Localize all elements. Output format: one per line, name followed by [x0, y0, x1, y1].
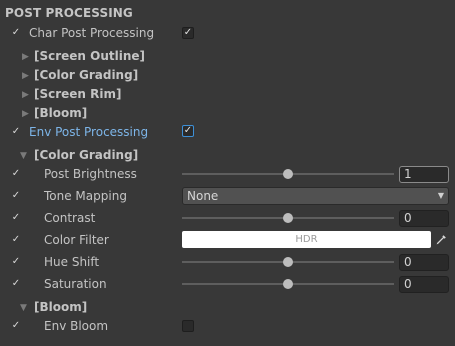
env-pp-label: Env Post Processing: [29, 125, 149, 139]
fold-arrow-icon[interactable]: ▶: [22, 71, 29, 81]
saturation-label: Saturation: [44, 277, 107, 291]
fold-open-arrow-icon[interactable]: ▼: [20, 303, 27, 313]
contrast-input[interactable]: 0: [399, 210, 449, 227]
post-brightness-input[interactable]: 1: [399, 166, 449, 183]
foldout-color-grading-char[interactable]: [Color Grading]: [34, 68, 138, 82]
post-brightness-slider-handle[interactable]: [283, 169, 293, 179]
saturation-input[interactable]: 0: [399, 276, 449, 293]
saturation-slider-handle[interactable]: [283, 279, 293, 289]
tone-mapping-override-checkbox[interactable]: ✓: [11, 191, 21, 201]
hue-shift-override-checkbox[interactable]: ✓: [11, 257, 21, 267]
eyedropper-icon[interactable]: [433, 231, 449, 248]
fold-arrow-icon[interactable]: ▶: [22, 90, 29, 100]
foldout-color-grading-env[interactable]: [Color Grading]: [34, 148, 138, 162]
foldout-bloom-char[interactable]: [Bloom]: [34, 106, 87, 120]
env-pp-override-checkbox[interactable]: ✓: [11, 127, 21, 137]
contrast-override-checkbox[interactable]: ✓: [11, 213, 21, 223]
foldout-bloom-env[interactable]: [Bloom]: [34, 300, 87, 314]
fold-arrow-icon[interactable]: ▶: [22, 109, 29, 119]
env-pp-toggle[interactable]: ✓: [182, 125, 194, 137]
hue-shift-label: Hue Shift: [44, 255, 100, 269]
hue-shift-slider-handle[interactable]: [283, 257, 293, 267]
fold-open-arrow-icon[interactable]: ▼: [20, 151, 27, 161]
post-brightness-label: Post Brightness: [44, 167, 137, 181]
saturation-override-checkbox[interactable]: ✓: [11, 279, 21, 289]
tone-mapping-value: None: [187, 189, 219, 203]
char-pp-label: Char Post Processing: [29, 26, 155, 40]
char-pp-toggle[interactable]: ✓: [182, 27, 194, 39]
post-brightness-override-checkbox[interactable]: ✓: [11, 169, 21, 179]
color-filter-swatch[interactable]: HDR: [182, 231, 431, 248]
env-bloom-toggle[interactable]: [182, 320, 194, 332]
section-header: POST PROCESSING: [5, 6, 133, 20]
chevron-down-icon: ▼: [437, 191, 444, 200]
foldout-screen-outline[interactable]: [Screen Outline]: [34, 49, 145, 63]
color-filter-override-checkbox[interactable]: ✓: [11, 235, 21, 245]
tone-mapping-label: Tone Mapping: [44, 189, 127, 203]
tone-mapping-dropdown[interactable]: None ▼: [182, 187, 449, 205]
foldout-screen-rim[interactable]: [Screen Rim]: [34, 87, 122, 101]
contrast-slider-handle[interactable]: [283, 213, 293, 223]
contrast-label: Contrast: [44, 211, 96, 225]
color-filter-label: Color Filter: [44, 233, 109, 247]
env-bloom-override-checkbox[interactable]: ✓: [11, 321, 21, 331]
fold-arrow-icon[interactable]: ▶: [22, 52, 29, 62]
hue-shift-input[interactable]: 0: [399, 254, 449, 271]
env-bloom-label: Env Bloom: [44, 319, 109, 333]
char-pp-override-checkbox[interactable]: ✓: [11, 28, 21, 38]
